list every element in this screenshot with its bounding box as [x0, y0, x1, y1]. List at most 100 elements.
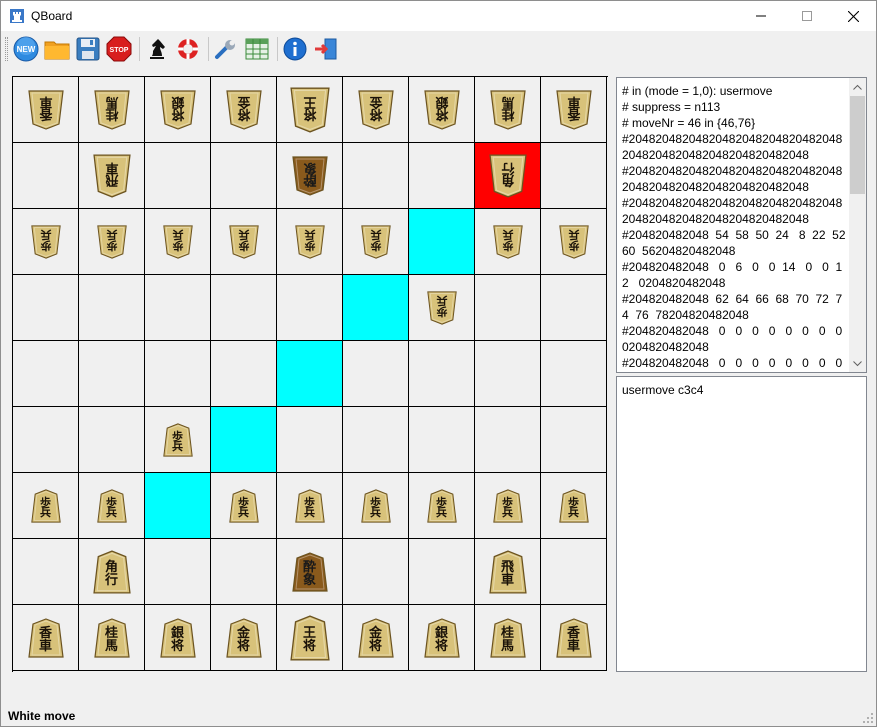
board-square[interactable]: 金将 [211, 605, 277, 671]
board-square[interactable]: 歩兵 [79, 209, 145, 275]
settings-button[interactable] [212, 35, 240, 63]
board-square[interactable] [343, 275, 409, 341]
board-square[interactable]: 歩兵 [343, 473, 409, 539]
board-square[interactable] [475, 341, 541, 407]
board-square[interactable]: 将銀 [145, 77, 211, 143]
sente-piece[interactable]: 酔象 [291, 551, 328, 592]
sente-piece[interactable]: 飛車 [488, 549, 527, 594]
scroll-up-button[interactable] [849, 78, 866, 95]
board-square[interactable]: 歩兵 [343, 209, 409, 275]
exit-button[interactable] [312, 35, 340, 63]
board-square[interactable]: 角行 [475, 143, 541, 209]
board-square[interactable]: 飛車 [79, 143, 145, 209]
sente-piece[interactable]: 桂馬 [93, 617, 130, 658]
toolbar-grip[interactable] [5, 37, 8, 61]
board-square[interactable]: 歩兵 [409, 275, 475, 341]
board-square[interactable] [409, 143, 475, 209]
board-square[interactable]: 角行 [79, 539, 145, 605]
board-square[interactable] [145, 143, 211, 209]
open-button[interactable] [43, 35, 71, 63]
board-square[interactable]: 香車 [541, 605, 607, 671]
sente-piece[interactable]: 王将 [289, 614, 330, 661]
gote-piece[interactable]: 角行 [488, 153, 527, 198]
scroll-down-button[interactable] [849, 355, 866, 372]
board-square[interactable]: 桂馬 [475, 605, 541, 671]
board-square[interactable] [541, 539, 607, 605]
sente-piece[interactable]: 銀将 [159, 617, 196, 658]
sente-piece[interactable]: 歩兵 [228, 488, 259, 523]
gote-piece[interactable]: 歩兵 [426, 290, 457, 325]
close-button[interactable] [830, 1, 876, 31]
board-square[interactable]: 桂馬 [79, 77, 145, 143]
board-square[interactable] [13, 341, 79, 407]
board-square[interactable] [541, 275, 607, 341]
board-square[interactable]: 歩兵 [13, 209, 79, 275]
board-square[interactable]: 歩兵 [475, 209, 541, 275]
gote-piece[interactable]: 歩兵 [96, 224, 127, 259]
command-input-panel[interactable]: usermove c3c4 [616, 376, 867, 672]
board-square[interactable] [343, 341, 409, 407]
board-square[interactable]: 歩兵 [13, 473, 79, 539]
board-square[interactable] [211, 341, 277, 407]
board-square[interactable] [409, 539, 475, 605]
gote-piece[interactable]: 桂馬 [489, 89, 526, 130]
scroll-thumb[interactable] [850, 96, 865, 194]
sente-piece[interactable]: 金将 [225, 617, 262, 658]
board-square[interactable]: 金将 [343, 605, 409, 671]
gote-piece[interactable]: 将金 [225, 89, 262, 130]
gote-piece[interactable]: 将王 [289, 86, 330, 133]
gote-piece[interactable]: 歩兵 [30, 224, 61, 259]
sente-piece[interactable]: 歩兵 [96, 488, 127, 523]
board-square[interactable]: 酔象 [277, 539, 343, 605]
board-square[interactable] [13, 275, 79, 341]
gote-piece[interactable]: 歩兵 [360, 224, 391, 259]
board-square[interactable]: 歩兵 [541, 209, 607, 275]
info-button[interactable] [281, 35, 309, 63]
gote-piece[interactable]: 歩兵 [492, 224, 523, 259]
gote-piece[interactable]: 将金 [357, 89, 394, 130]
board-square[interactable] [475, 275, 541, 341]
minimize-button[interactable] [738, 1, 784, 31]
board-square[interactable]: 王将 [277, 605, 343, 671]
gote-piece[interactable]: 酔象 [291, 155, 328, 196]
board-square[interactable] [13, 539, 79, 605]
board-square[interactable] [409, 407, 475, 473]
gote-piece[interactable]: 歩兵 [228, 224, 259, 259]
board-square[interactable]: 歩兵 [541, 473, 607, 539]
board-square[interactable] [343, 143, 409, 209]
board-square[interactable]: 銀将 [145, 605, 211, 671]
board-square[interactable]: 歩兵 [211, 209, 277, 275]
board-square[interactable]: 歩兵 [409, 473, 475, 539]
gote-piece[interactable]: 将銀 [423, 89, 460, 130]
gote-piece[interactable]: 歩兵 [162, 224, 193, 259]
board-square[interactable] [145, 473, 211, 539]
gote-piece[interactable]: 歩兵 [294, 224, 325, 259]
board-square[interactable]: 将金 [211, 77, 277, 143]
board-square[interactable]: 将銀 [409, 77, 475, 143]
board-square[interactable]: 歩兵 [475, 473, 541, 539]
board-square[interactable] [211, 275, 277, 341]
board-square[interactable] [541, 341, 607, 407]
board-square[interactable] [13, 407, 79, 473]
board-square[interactable] [541, 143, 607, 209]
board-square[interactable]: 飛車 [475, 539, 541, 605]
board-square[interactable] [277, 275, 343, 341]
board-square[interactable] [79, 275, 145, 341]
board-square[interactable] [211, 407, 277, 473]
board-square[interactable] [211, 143, 277, 209]
board-square[interactable]: 歩兵 [277, 209, 343, 275]
board-square[interactable] [475, 407, 541, 473]
gote-piece[interactable]: 香車 [555, 89, 592, 130]
sente-piece[interactable]: 歩兵 [492, 488, 523, 523]
sente-piece[interactable]: 歩兵 [558, 488, 589, 523]
board-square[interactable] [409, 209, 475, 275]
board-square[interactable] [409, 341, 475, 407]
stop-button[interactable]: STOP [105, 35, 133, 63]
shogi-board[interactable]: 香車桂馬将銀将金将王将金将銀桂馬香車飛車酔象角行歩兵歩兵歩兵歩兵歩兵歩兵歩兵歩兵… [12, 76, 608, 672]
sente-piece[interactable]: 角行 [92, 549, 131, 594]
new-game-button[interactable]: NEW [12, 35, 40, 63]
board-square[interactable]: 香車 [541, 77, 607, 143]
board-square[interactable]: 将金 [343, 77, 409, 143]
resize-grip-icon[interactable] [862, 712, 874, 724]
board-square[interactable]: 酔象 [277, 143, 343, 209]
